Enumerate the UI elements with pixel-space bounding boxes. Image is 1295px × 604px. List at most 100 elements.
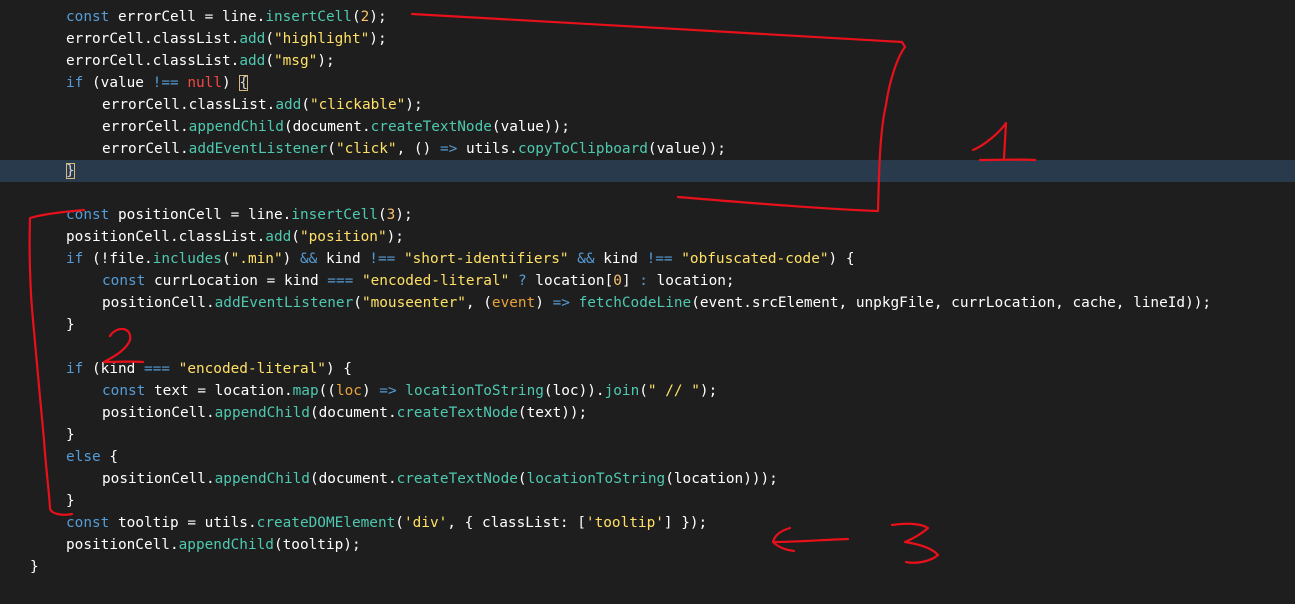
code-line[interactable]: const text = location.map((loc) => locat… [0, 380, 1295, 402]
code-token: appendChild [214, 471, 310, 487]
code-token: . [230, 31, 240, 47]
code-token: ( [291, 229, 300, 245]
code-token: . [179, 141, 189, 157]
code-line[interactable]: } [0, 424, 1295, 446]
code-token: errorCell [66, 53, 144, 69]
code-line[interactable]: positionCell.addEventListener("mouseente… [0, 292, 1295, 314]
code-token: 'div' [403, 515, 448, 531]
code-token: "position" [299, 229, 387, 245]
code-line[interactable]: } [0, 314, 1295, 336]
code-line[interactable] [0, 182, 1295, 204]
code-token: map [292, 383, 319, 399]
code-token: . [509, 141, 518, 157]
code-token: ) [361, 383, 380, 399]
code-token: location [656, 273, 726, 289]
code-token: ; [725, 273, 735, 289]
code-token: ) [221, 75, 240, 91]
code-token: !== [152, 75, 179, 91]
code-line[interactable]: errorCell.appendChild(document.createTex… [0, 116, 1295, 138]
code-token: && [577, 251, 595, 267]
code-token: classList [152, 31, 231, 47]
code-token: => [552, 295, 570, 311]
code-token: . [387, 471, 397, 487]
code-token: . [143, 251, 153, 267]
code-token: kind [100, 361, 136, 377]
code-line[interactable]: positionCell.appendChild(document.create… [0, 402, 1295, 424]
code-token: classList [152, 53, 231, 69]
code-token: errorCell [102, 141, 180, 157]
code-token: => [439, 141, 458, 157]
code-token: line [247, 207, 283, 223]
code-line[interactable]: errorCell.classList.add("highlight"); [0, 28, 1295, 50]
code-line[interactable]: errorCell.classList.add("msg"); [0, 50, 1295, 72]
code-token: ( [83, 361, 101, 377]
code-line[interactable]: } [0, 490, 1295, 512]
code-line[interactable]: if (!file.includes(".min") && kind !== "… [0, 248, 1295, 270]
code-line[interactable]: if (value !== null) { [0, 72, 1295, 94]
code-token: add [275, 97, 302, 113]
code-editor[interactable]: const errorCell = line.insertCell(2); err… [0, 6, 1295, 578]
code-token: 0 [613, 273, 622, 289]
code-token: if [66, 361, 84, 377]
code-line[interactable]: positionCell.appendChild(document.create… [0, 468, 1295, 490]
code-token: event [491, 295, 536, 311]
code-line[interactable]: const tooltip = utils.createDOMElement('… [0, 512, 1295, 534]
code-token: ( [395, 515, 404, 531]
code-line[interactable]: const positionCell = line.insertCell(3); [0, 204, 1295, 226]
code-token: . [247, 515, 257, 531]
code-token: . [169, 229, 179, 245]
code-token: addEventListener [188, 141, 328, 157]
code-token: (( [318, 383, 336, 399]
code-line[interactable] [0, 336, 1295, 358]
code-token: "encoded-literal" [178, 361, 326, 377]
code-token: [ [604, 273, 614, 289]
code-token: (! [83, 251, 110, 267]
code-line[interactable]: } [0, 556, 1295, 578]
code-token: . [205, 295, 215, 311]
code-token: kind [283, 273, 319, 289]
code-token: ( [491, 119, 501, 135]
code-token: errorCell [66, 31, 144, 47]
code-token: ( [301, 97, 310, 113]
code-token: ( [309, 405, 319, 421]
code-line[interactable]: else { [0, 446, 1295, 468]
code-token: positionCell [118, 207, 222, 223]
code-line[interactable]: errorCell.addEventListener("click", () =… [0, 138, 1295, 160]
code-token: location [535, 273, 605, 289]
code-line[interactable]: const currLocation = kind === "encoded-l… [0, 270, 1295, 292]
code-token: errorCell [102, 97, 180, 113]
code-token: ); [343, 537, 361, 553]
code-token: ( [647, 141, 657, 157]
code-token: . [230, 53, 240, 69]
code-token: const [102, 273, 146, 289]
code-token: errorCell [102, 119, 180, 135]
code-token: . [179, 97, 189, 113]
code-token: . [282, 207, 292, 223]
code-token: ( [83, 75, 101, 91]
code-line[interactable]: if (kind === "encoded-literal") { [0, 358, 1295, 380]
code-token: "highlight" [273, 31, 370, 47]
code-token: . [169, 537, 179, 553]
code-line[interactable]: positionCell.appendChild(tooltip); [0, 534, 1295, 556]
code-token: document [318, 405, 388, 421]
code-token: . [179, 119, 189, 135]
code-line[interactable]: } [0, 160, 1295, 182]
code-line[interactable]: positionCell.classList.add("position"); [0, 226, 1295, 248]
code-token: , () [396, 141, 440, 157]
code-token: text [154, 383, 189, 399]
code-token: line [221, 9, 257, 25]
code-line[interactable]: errorCell.classList.add("clickable"); [0, 94, 1295, 116]
code-token: file [109, 251, 144, 267]
code-token: ( [265, 53, 274, 69]
code-token: ( [351, 9, 361, 25]
code-token: const [66, 9, 110, 25]
code-token: )); [561, 405, 588, 421]
code-line[interactable]: const errorCell = line.insertCell(2); [0, 6, 1295, 28]
